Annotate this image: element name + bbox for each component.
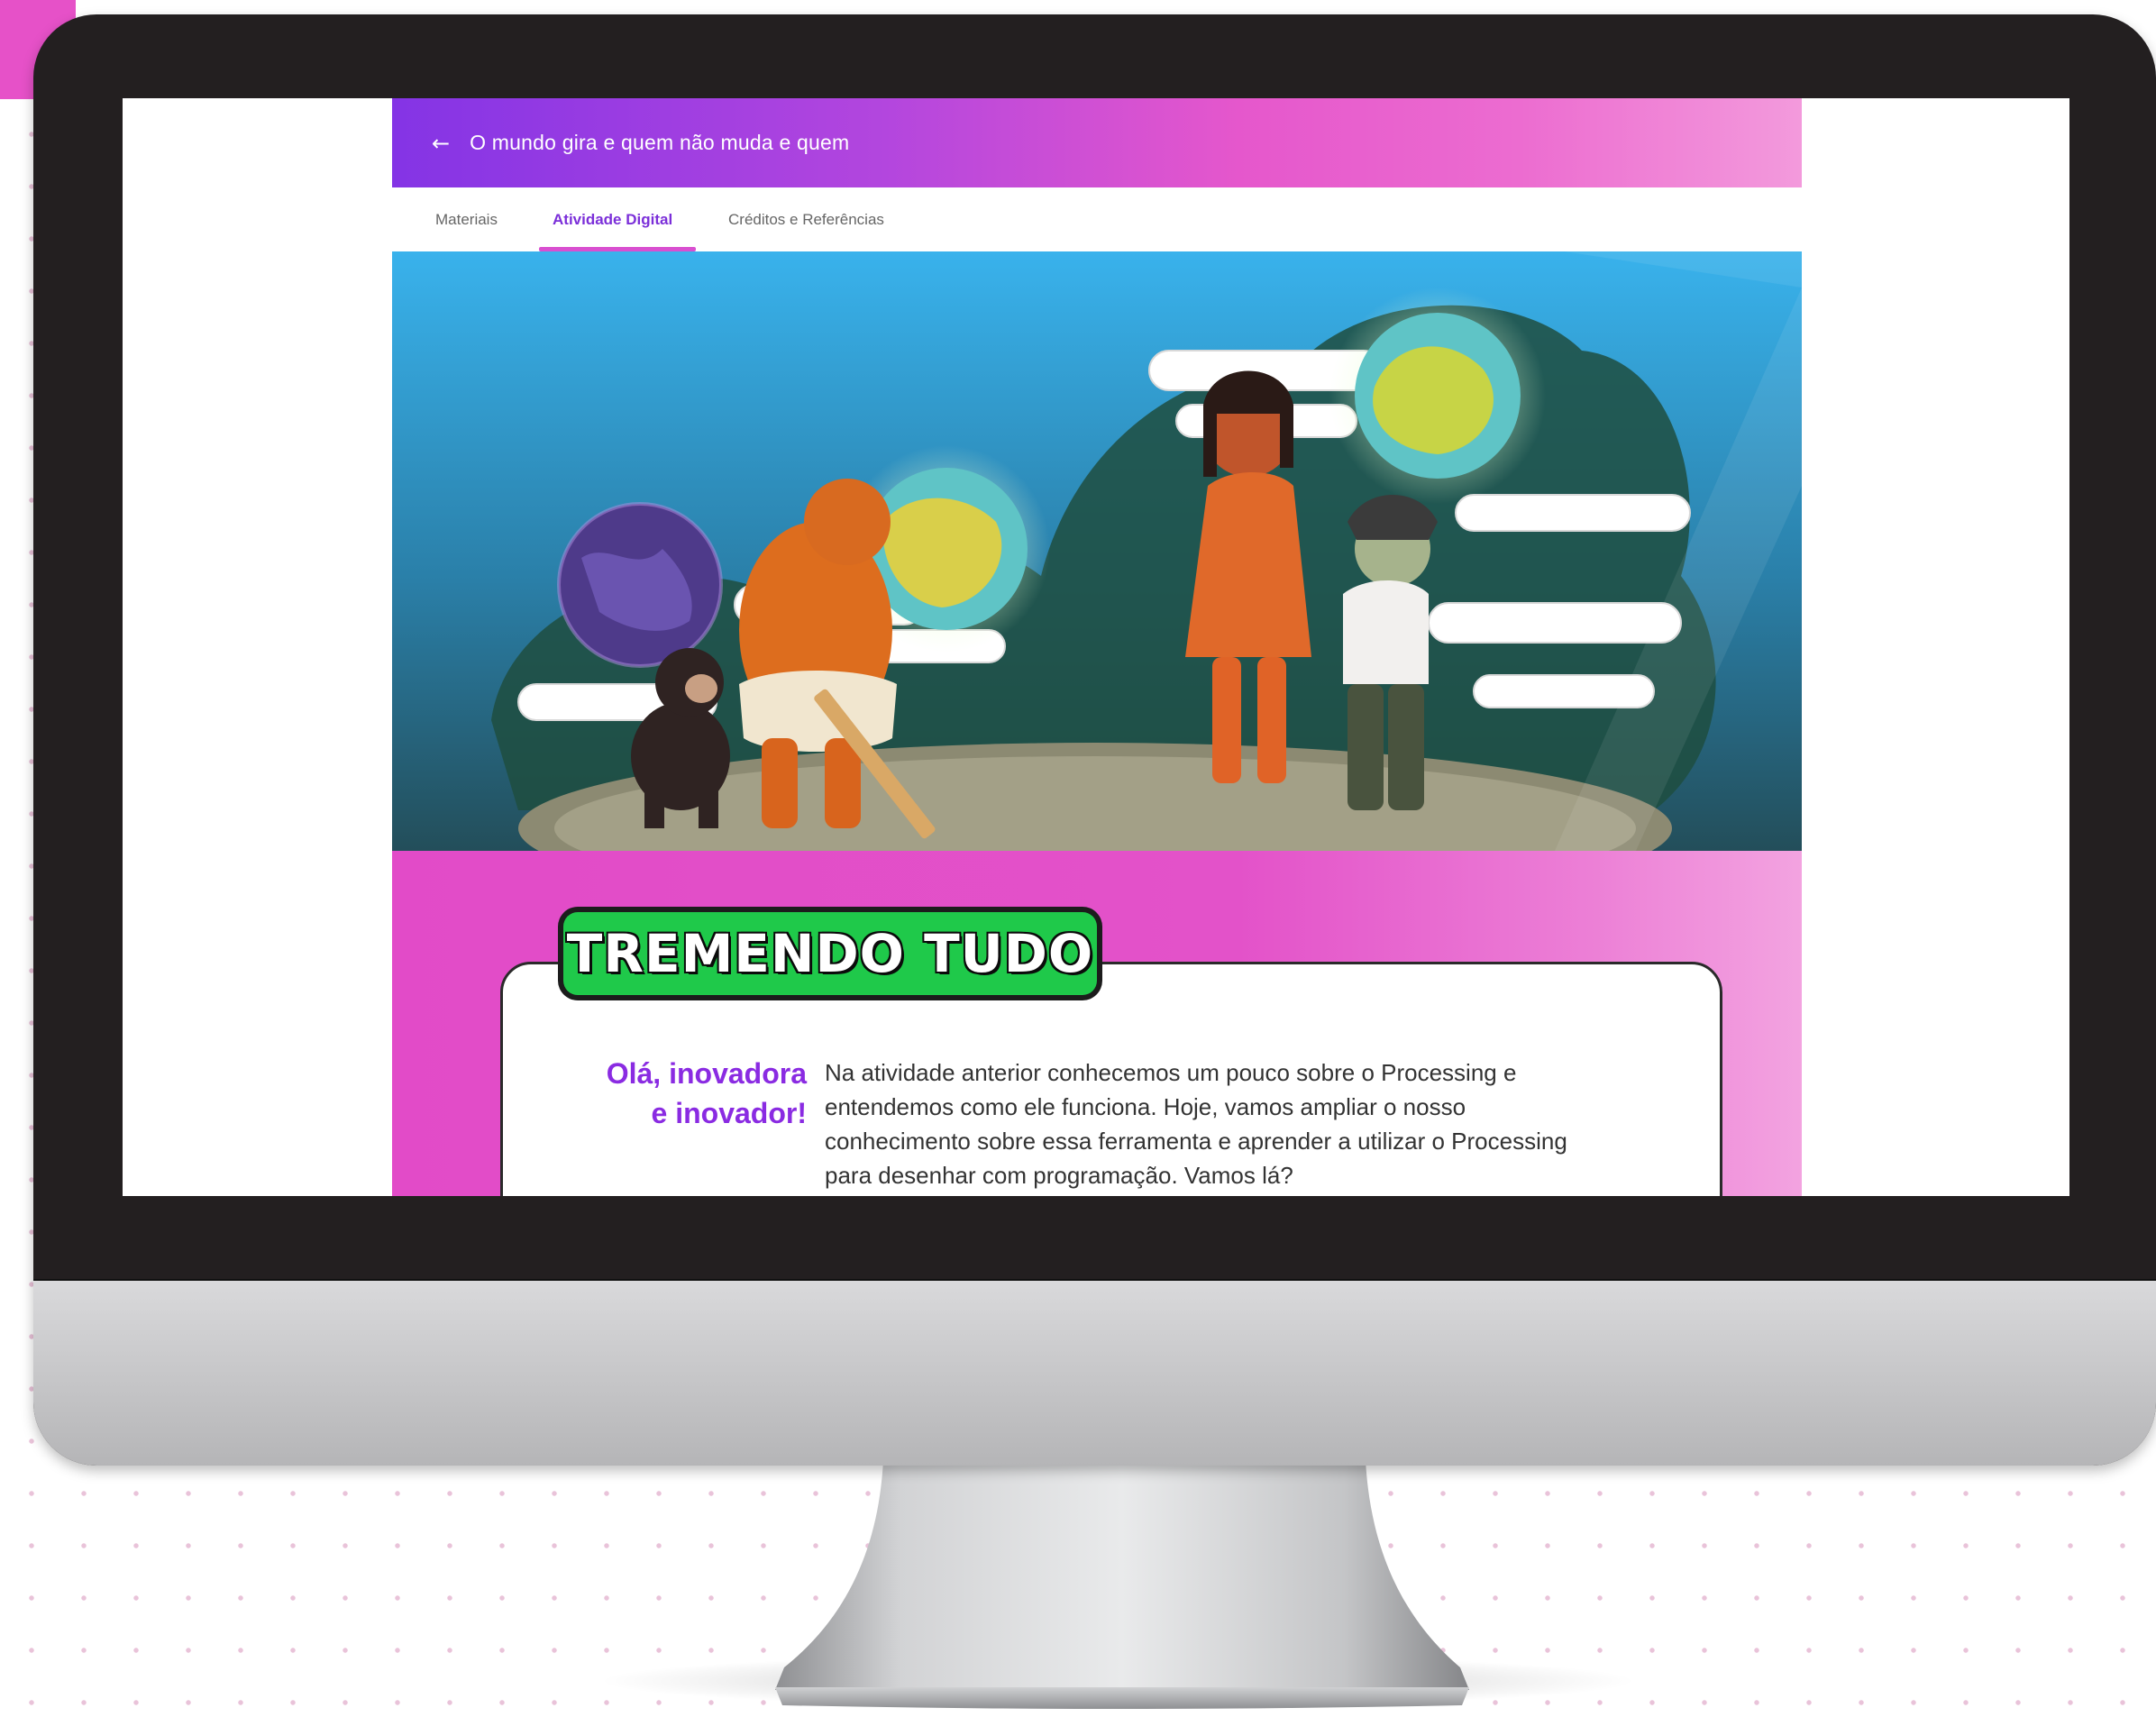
back-arrow-icon[interactable]: ← (432, 131, 450, 156)
greeting-line-2: e inovador! (651, 1097, 807, 1129)
activity-intro-text: Na atividade anterior conhecemos um pouc… (825, 1055, 1672, 1192)
monitor-frame: ← O mundo gira e quem não muda e quem Ma… (33, 14, 2156, 1466)
monitor-chin (33, 1281, 2156, 1466)
tab-bar: Materiais Atividade Digital Créditos e R… (392, 187, 1802, 252)
app-page: ← O mundo gira e quem não muda e quem Ma… (392, 98, 1802, 1196)
tab-materiais[interactable]: Materiais (435, 187, 498, 251)
greeting-line-1: Olá, inovadora (606, 1057, 807, 1090)
monitor-screen: ← O mundo gira e quem não muda e quem Ma… (123, 98, 2069, 1196)
tab-atividade-digital[interactable]: Atividade Digital (553, 187, 672, 251)
intro-line-2: entendemos como ele funciona. Hoje, vamo… (825, 1093, 1466, 1120)
monitor-stand (775, 1460, 1469, 1709)
page-header: ← O mundo gira e quem não muda e quem (392, 98, 1802, 187)
activity-title-badge-fill: TREMENDO TUDO (563, 912, 1097, 995)
intro-line-1: Na atividade anterior conhecemos um pouc… (825, 1059, 1517, 1086)
activity-title-badge: TREMENDO TUDO (558, 907, 1102, 1000)
hero-illustration (392, 251, 1802, 851)
tab-creditos-referencias[interactable]: Créditos e Referências (728, 187, 884, 251)
intro-line-3: conhecimento sobre essa ferramenta e apr… (825, 1128, 1567, 1155)
greeting-heading: Olá, inovadora e inovador! (527, 1054, 807, 1133)
evolution-globes-illustration (392, 251, 1802, 851)
activity-title: TREMENDO TUDO (566, 923, 1094, 984)
intro-line-4: para desenhar com programação. Vamos lá? (825, 1162, 1293, 1189)
page-title: O mundo gira e quem não muda e quem (470, 131, 850, 154)
